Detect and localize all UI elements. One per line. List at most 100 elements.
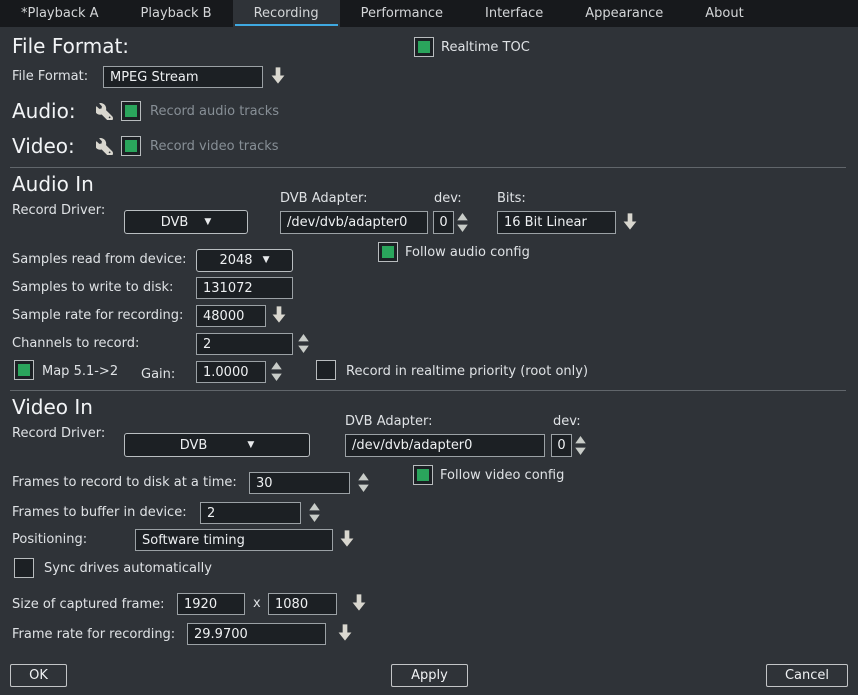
record-audio-tracks-label: Record audio tracks [150,104,279,119]
frames-buffer-input[interactable] [200,502,301,524]
dropdown-arrow-icon: ▼ [247,441,254,450]
video-dev-label: dev: [553,414,581,429]
frame-size-label: Size of captured frame: [12,597,165,612]
samples-read-label: Samples read from device: [12,252,187,267]
map51-checkbox[interactable] [14,360,34,380]
audio-dev-input[interactable] [433,211,454,234]
sample-rate-input[interactable] [196,305,266,327]
tab-label: Performance [361,6,443,21]
gain-input[interactable] [196,361,266,383]
file-format-heading: File Format: [12,34,129,58]
checkbox-check [125,105,137,117]
frame-height-input[interactable] [268,593,337,615]
checkbox-check [18,364,30,376]
checkbox-check [382,246,394,258]
map51-label: Map 5.1->2 [42,364,118,379]
checkbox-check [417,469,429,481]
follow-video-config-checkbox[interactable] [413,465,433,485]
frames-disk-input[interactable] [249,472,350,494]
dropdown-arrow-icon: ▼ [263,256,270,265]
tab-label: Playback B [141,6,212,21]
video-record-driver-label: Record Driver: [12,426,105,441]
audio-dvb-adapter-input[interactable] [280,211,428,234]
samples-write-label: Samples to write to disk: [12,280,173,295]
tab-label: *Playback A [21,6,99,21]
tab-label: Interface [485,6,543,21]
tab-label: About [705,6,743,21]
frame-size-x-label: x [253,596,261,611]
frame-size-picker-arrow-icon[interactable] [352,593,366,612]
tab-recording[interactable]: Recording [233,0,340,27]
positioning-picker-arrow-icon[interactable] [340,529,354,548]
checkbox-check [125,140,137,152]
preferences-window: *Playback A Playback B Recording Perform… [0,0,858,695]
section-divider [10,167,846,168]
realtime-priority-checkbox[interactable] [316,360,336,380]
video-dvb-adapter-label: DVB Adapter: [345,414,432,429]
sample-rate-picker-arrow-icon[interactable] [272,305,286,324]
ok-button[interactable]: OK [10,664,67,687]
checkbox-check [418,41,430,53]
video-heading: Video: [12,134,75,158]
realtime-toc-checkbox[interactable] [414,37,434,57]
sync-drives-label: Sync drives automatically [44,561,212,576]
positioning-input[interactable] [135,529,333,551]
sample-rate-label: Sample rate for recording: [12,308,183,323]
tab-performance[interactable]: Performance [340,0,464,27]
tab-label: Recording [254,6,319,21]
audio-bits-input[interactable] [497,211,616,234]
channels-input[interactable] [196,333,293,355]
tab-label: Appearance [585,6,663,21]
frames-disk-spinner[interactable] [357,472,370,493]
sync-drives-checkbox[interactable] [14,558,34,578]
samples-write-input[interactable] [196,277,293,299]
record-video-tracks-checkbox[interactable] [121,136,141,156]
video-wrench-icon[interactable] [96,138,113,155]
gain-label: Gain: [141,367,175,382]
tab-playback-a[interactable]: *Playback A [0,0,120,27]
tab-interface[interactable]: Interface [464,0,564,27]
file-format-label: File Format: [12,69,88,84]
gain-spinner[interactable] [270,361,283,382]
apply-button[interactable]: Apply [391,664,468,687]
record-video-tracks-label: Record video tracks [150,139,279,154]
dropdown-arrow-icon: ▼ [204,218,211,227]
audio-bits-picker-arrow-icon[interactable] [623,212,637,231]
dropdown-value: DVB [161,215,189,230]
audio-dvb-adapter-label: DVB Adapter: [280,191,367,206]
channels-spinner[interactable] [297,333,310,354]
file-format-picker-arrow-icon[interactable] [271,66,285,85]
audio-dev-spinner[interactable] [456,212,469,233]
realtime-toc-label: Realtime TOC [441,40,530,55]
frame-rate-label: Frame rate for recording: [12,627,175,642]
frame-rate-input[interactable] [187,623,326,645]
video-dvb-adapter-input[interactable] [345,434,545,457]
frames-buffer-spinner[interactable] [308,502,321,523]
follow-video-config-label: Follow video config [440,468,564,483]
follow-audio-config-checkbox[interactable] [378,242,398,262]
video-dev-spinner[interactable] [574,435,587,456]
frames-disk-label: Frames to record to disk at a time: [12,475,237,490]
video-record-driver-dropdown[interactable]: DVB ▼ [124,433,310,457]
active-tab-underline [235,24,338,26]
dropdown-value: DVB [180,438,208,453]
frame-rate-picker-arrow-icon[interactable] [338,623,352,642]
follow-audio-config-label: Follow audio config [405,245,530,260]
frame-width-input[interactable] [177,593,245,615]
video-dev-input[interactable] [551,434,572,457]
audio-heading: Audio: [12,99,76,123]
audio-record-driver-dropdown[interactable]: DVB ▼ [124,210,248,234]
section-divider [10,390,846,391]
tab-about[interactable]: About [684,0,764,27]
channels-label: Channels to record: [12,336,139,351]
tab-playback-b[interactable]: Playback B [120,0,233,27]
tab-appearance[interactable]: Appearance [564,0,684,27]
video-in-heading: Video In [12,395,93,419]
cancel-button[interactable]: Cancel [766,664,848,687]
samples-read-dropdown[interactable]: 2048 ▼ [196,249,293,272]
audio-wrench-icon[interactable] [96,103,113,120]
audio-record-driver-label: Record Driver: [12,203,105,218]
file-format-input[interactable] [103,66,263,88]
dropdown-value: 2048 [219,253,252,268]
record-audio-tracks-checkbox[interactable] [121,101,141,121]
